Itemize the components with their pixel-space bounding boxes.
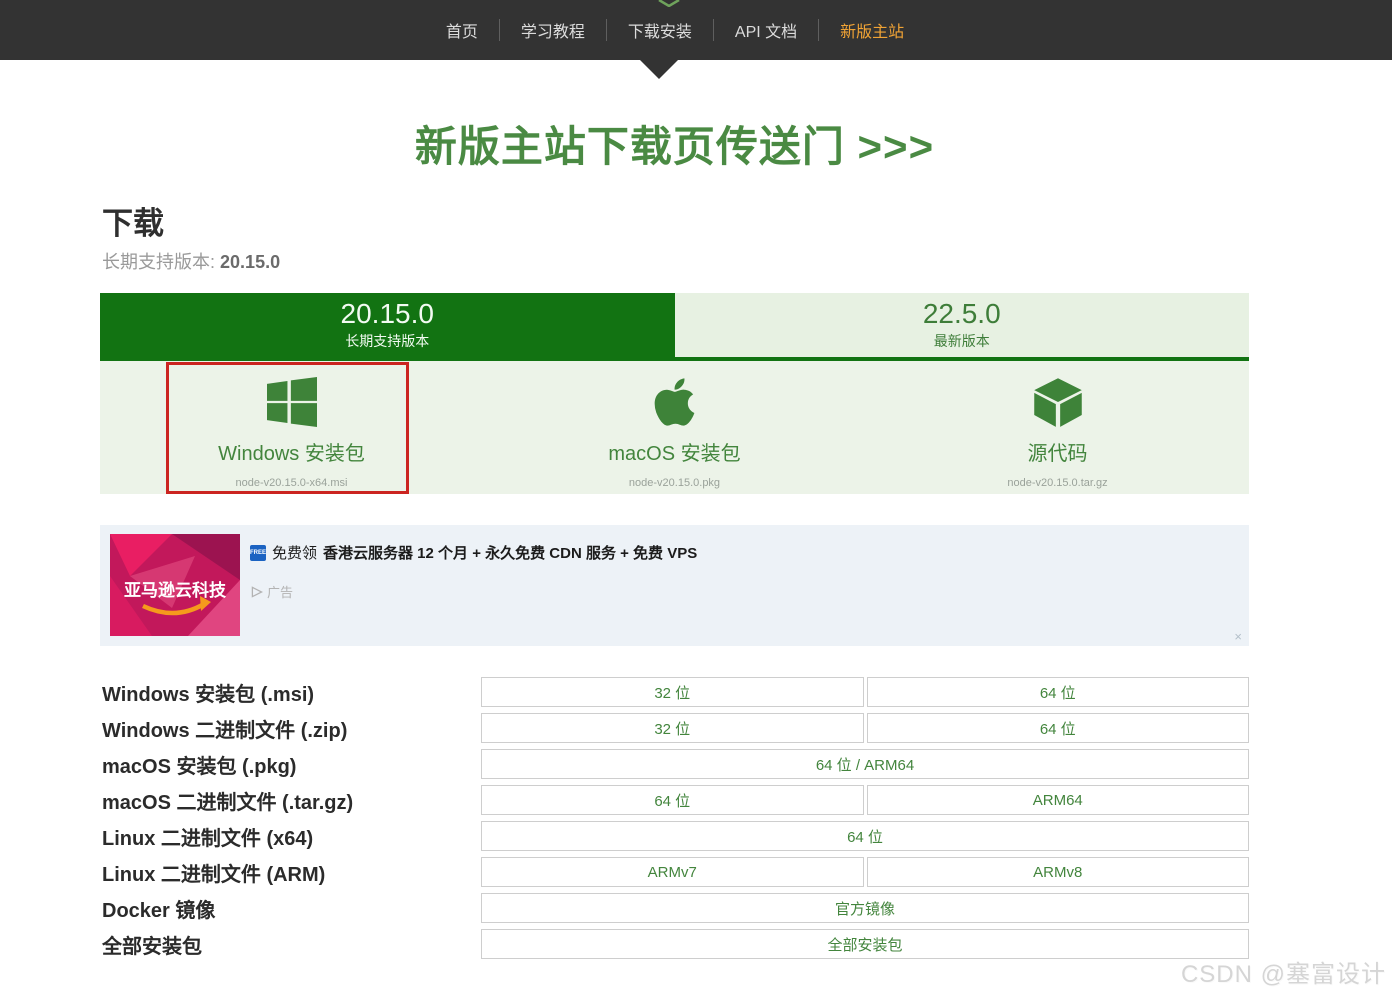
page-title[interactable]: 新版主站下载页传送门 >>> bbox=[100, 113, 1249, 174]
row-label: 全部安装包 bbox=[102, 935, 202, 958]
row-buttons: 32 位 64 位 bbox=[481, 677, 1249, 707]
tab-version-number: 20.15.0 bbox=[340, 298, 434, 329]
nav-menu: 首页 学习教程 下载安装 API 文档 新版主站 bbox=[425, 18, 925, 42]
download-heading: 下载 bbox=[102, 206, 164, 241]
adchoices-icon bbox=[251, 585, 263, 598]
download-options-strip: Windows 安装包 node-v20.15.0-x64.msi macOS … bbox=[100, 361, 1249, 494]
row-buttons: 32 位 64 位 bbox=[481, 713, 1249, 743]
nav-item-4[interactable]: API 文档 bbox=[714, 18, 818, 42]
row-label: macOS 安装包 (.pkg) bbox=[102, 755, 297, 778]
tab-latest-version[interactable]: 22.5.0 最新版本 bbox=[674, 293, 1249, 357]
nav-item-1[interactable]: 首页 bbox=[425, 18, 499, 42]
tab-lts-version[interactable]: 20.15.0 长期支持版本 bbox=[100, 293, 675, 357]
lts-label: 长期支持版本: bbox=[102, 252, 216, 272]
amazon-cloud-ad-image[interactable]: 亚马逊云科技 bbox=[110, 534, 240, 636]
nodejs-logo-tip-icon bbox=[658, 0, 680, 7]
option-label: macOS 安装包 bbox=[608, 443, 741, 465]
row-label: macOS 二进制文件 (.tar.gz) bbox=[102, 791, 354, 814]
download-table: Windows 安装包 (.msi) 32 位 64 位 Windows 二进制文件 … bbox=[100, 677, 1249, 965]
tab-caption: 长期支持版本 bbox=[345, 333, 430, 349]
page: 首页 学习教程 下载安装 API 文档 新版主站 新版主站下载页传送门 >>> 下载 长… bbox=[0, 0, 1392, 993]
ad-close-icon[interactable]: × bbox=[1234, 629, 1242, 644]
ad-label: 广告 bbox=[251, 582, 293, 601]
row-buttons: 64 位 / ARM64 bbox=[481, 749, 1249, 779]
table-row: Docker 镜像 官方镜像 bbox=[100, 893, 1249, 923]
apple-logo-icon bbox=[654, 374, 695, 430]
download-button[interactable]: 64 位 bbox=[481, 785, 864, 815]
ad-headline-prefix: 免费领 bbox=[272, 545, 318, 562]
option-windows-installer[interactable]: Windows 安装包 node-v20.15.0-x64.msi bbox=[100, 361, 483, 494]
free-badge-icon: FREE bbox=[250, 544, 266, 561]
nav-item-3[interactable]: 下载安装 bbox=[607, 18, 713, 42]
option-label: Windows 安装包 bbox=[218, 443, 365, 465]
download-button[interactable]: 全部安装包 bbox=[481, 929, 1249, 959]
row-buttons: 64 位 bbox=[481, 821, 1249, 851]
table-row: Windows 安装包 (.msi) 32 位 64 位 bbox=[100, 677, 1249, 707]
lts-version: 20.15.0 bbox=[220, 252, 281, 272]
download-button[interactable]: 官方镜像 bbox=[481, 893, 1249, 923]
table-row: Linux 二进制文件 (ARM) ARMv7 ARMv8 bbox=[100, 857, 1249, 887]
download-button[interactable]: 64 位 bbox=[866, 677, 1249, 707]
source-cube-icon bbox=[1031, 374, 1085, 430]
row-label: Linux 二进制文件 (ARM) bbox=[102, 863, 326, 886]
tab-caption: 最新版本 bbox=[933, 333, 990, 349]
ad-headline-text: 香港云服务器 12 个月 + 永久免费 CDN 服务 + 免费 VPS bbox=[323, 545, 698, 562]
row-label: Windows 二进制文件 (.zip) bbox=[102, 719, 348, 742]
download-button[interactable]: 32 位 bbox=[481, 713, 864, 743]
nav-pointer-triangle bbox=[640, 60, 678, 79]
row-label: Linux 二进制文件 (x64) bbox=[102, 827, 314, 850]
download-button[interactable]: ARMv7 bbox=[481, 857, 864, 887]
row-label: Docker 镜像 bbox=[102, 899, 216, 922]
row-buttons: 官方镜像 bbox=[481, 893, 1249, 923]
row-buttons: ARMv7 ARMv8 bbox=[481, 857, 1249, 887]
option-filename: node-v20.15.0.tar.gz bbox=[1007, 477, 1108, 489]
ad-headline[interactable]: FREE 免费领 香港云服务器 12 个月 + 永久免费 CDN 服务 + 免费… bbox=[250, 542, 697, 563]
download-button[interactable]: 64 位 bbox=[866, 713, 1249, 743]
download-button[interactable]: ARM64 bbox=[866, 785, 1249, 815]
version-tabs: 20.15.0 长期支持版本 22.5.0 最新版本 bbox=[100, 293, 1249, 361]
download-button[interactable]: 64 位 bbox=[481, 821, 1249, 851]
table-row: macOS 二进制文件 (.tar.gz) 64 位 ARM64 bbox=[100, 785, 1249, 815]
ad-label-text: 广告 bbox=[267, 585, 294, 600]
lts-version-line: 长期支持版本: 20.15.0 bbox=[102, 248, 280, 274]
table-row: 全部安装包 全部安装包 bbox=[100, 929, 1249, 959]
nav-item-5[interactable]: 新版主站 bbox=[819, 18, 925, 42]
ad-banner: 亚马逊云科技 FREE 免费领 香港云服务器 12 个月 + 永久免费 CDN … bbox=[100, 525, 1249, 646]
nav-item-2[interactable]: 学习教程 bbox=[500, 18, 606, 42]
windows-logo-icon bbox=[266, 374, 317, 430]
option-macos-installer[interactable]: macOS 安装包 node-v20.15.0.pkg bbox=[483, 361, 866, 494]
table-row: Linux 二进制文件 (x64) 64 位 bbox=[100, 821, 1249, 851]
download-button[interactable]: 32 位 bbox=[481, 677, 864, 707]
tab-version-number: 22.5.0 bbox=[922, 298, 1001, 329]
csdn-watermark: CSDN @塞富设计 bbox=[1180, 961, 1386, 988]
top-nav-bar: 首页 学习教程 下载安装 API 文档 新版主站 bbox=[0, 0, 1392, 60]
option-source-code[interactable]: 源代码 node-v20.15.0.tar.gz bbox=[866, 361, 1249, 494]
option-filename: node-v20.15.0.pkg bbox=[628, 477, 721, 489]
table-row: Windows 二进制文件 (.zip) 32 位 64 位 bbox=[100, 713, 1249, 743]
row-label: Windows 安装包 (.msi) bbox=[102, 683, 315, 706]
option-filename: node-v20.15.0-x64.msi bbox=[235, 477, 348, 489]
table-row: macOS 安装包 (.pkg) 64 位 / ARM64 bbox=[100, 749, 1249, 779]
row-buttons: 64 位 ARM64 bbox=[481, 785, 1249, 815]
download-button[interactable]: ARMv8 bbox=[866, 857, 1249, 887]
download-button[interactable]: 64 位 / ARM64 bbox=[481, 749, 1249, 779]
ad-image-text: 亚马逊云科技 bbox=[124, 580, 227, 600]
option-label: 源代码 bbox=[1027, 443, 1088, 465]
row-buttons: 全部安装包 bbox=[481, 929, 1249, 959]
